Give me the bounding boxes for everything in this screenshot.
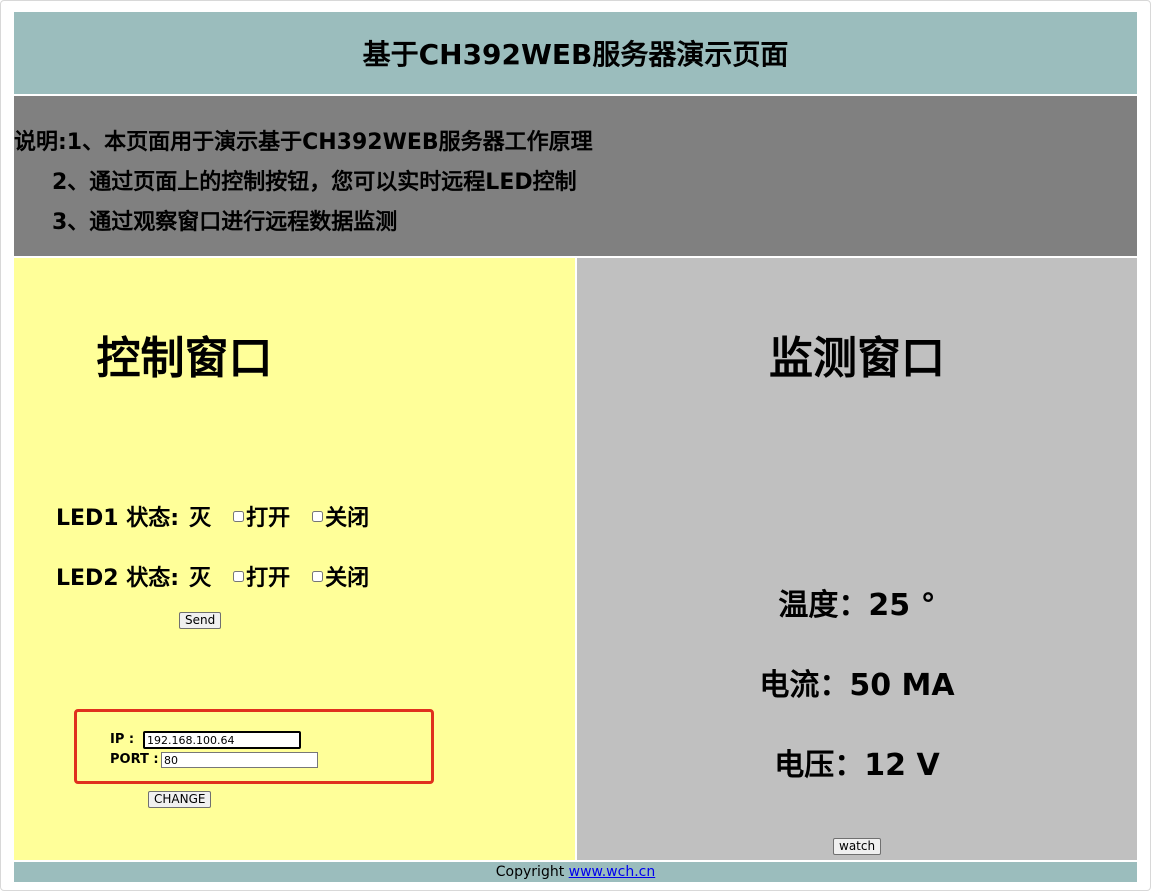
led1-on-label: 打开 bbox=[246, 506, 291, 531]
led2-label: LED2 状态: bbox=[56, 566, 180, 591]
control-panel: 控制窗口 LED1 状态: 灭 打开 关闭 LED2 状态: 灭 打开 关闭 S… bbox=[14, 258, 575, 860]
current-readout: 电流：50 MA bbox=[759, 668, 955, 703]
led1-off-checkbox[interactable] bbox=[312, 510, 324, 522]
control-panel-title: 控制窗口 bbox=[96, 333, 273, 384]
led2-on-label: 打开 bbox=[246, 566, 291, 591]
description-line-1: 说明:1、本页面用于演示基于CH392WEB服务器工作原理 bbox=[14, 130, 593, 155]
led1-off-option: 关闭 bbox=[312, 500, 369, 532]
led1-row: LED1 状态: 灭 打开 关闭 bbox=[56, 500, 369, 532]
watch-button[interactable]: watch bbox=[833, 838, 882, 855]
led2-off-option: 关闭 bbox=[312, 560, 369, 592]
description-line-3: 3、通过观察窗口进行远程数据监测 bbox=[52, 210, 398, 235]
voltage-readout: 电压：12 V bbox=[774, 748, 940, 783]
temperature-readout: 温度：25 ° bbox=[778, 588, 936, 623]
led1-state: 灭 bbox=[189, 506, 212, 531]
page-header: 基于CH392WEB服务器演示页面 bbox=[14, 12, 1137, 94]
send-button[interactable]: Send bbox=[179, 612, 222, 629]
page-title: 基于CH392WEB服务器演示页面 bbox=[362, 38, 789, 71]
led2-on-option: 打开 bbox=[233, 560, 290, 592]
copyright-text: Copyright bbox=[495, 864, 565, 880]
port-input[interactable] bbox=[161, 752, 318, 768]
led2-off-checkbox[interactable] bbox=[312, 570, 324, 582]
port-label: PORT : bbox=[110, 752, 159, 767]
description-line-2: 2、通过页面上的控制按钮，您可以实时远程LED控制 bbox=[52, 170, 577, 195]
monitor-panel: 监测窗口 温度：25 ° 电流：50 MA 电压：12 V watch bbox=[577, 258, 1137, 860]
page-footer: Copyright www.wch.cn bbox=[14, 862, 1137, 882]
led1-on-option: 打开 bbox=[233, 500, 290, 532]
led2-on-checkbox[interactable] bbox=[233, 570, 245, 582]
led1-label: LED1 状态: bbox=[56, 506, 180, 531]
network-settings-box: IP : PORT : bbox=[74, 709, 434, 784]
led2-state: 灭 bbox=[189, 566, 212, 591]
wch-link[interactable]: www.wch.cn bbox=[569, 864, 656, 880]
led1-off-label: 关闭 bbox=[325, 506, 370, 531]
description-panel: 说明:1、本页面用于演示基于CH392WEB服务器工作原理 2、通过页面上的控制… bbox=[14, 96, 1137, 256]
ip-label: IP : bbox=[110, 732, 135, 747]
led1-on-checkbox[interactable] bbox=[233, 510, 245, 522]
ip-input[interactable] bbox=[143, 731, 301, 749]
led2-row: LED2 状态: 灭 打开 关闭 bbox=[56, 560, 369, 592]
monitor-panel-title: 监测窗口 bbox=[769, 333, 945, 384]
change-button[interactable]: CHANGE bbox=[148, 791, 212, 808]
led2-off-label: 关闭 bbox=[325, 566, 370, 591]
